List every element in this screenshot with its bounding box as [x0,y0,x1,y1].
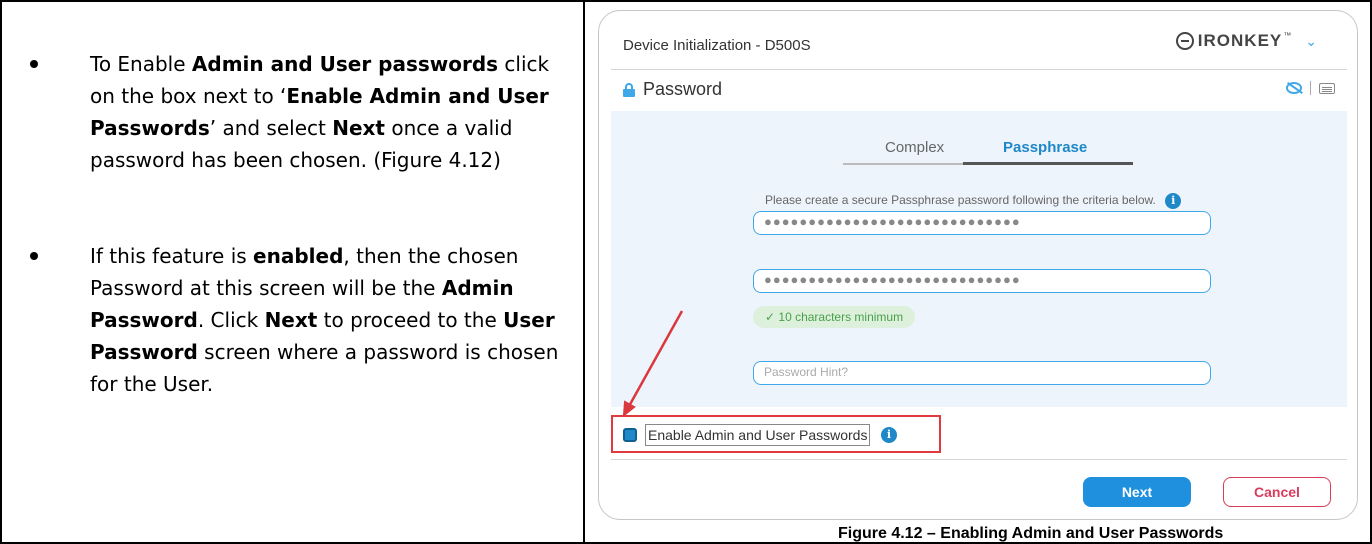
arrow-head [622,400,636,418]
figure-caption: Figure 4.12 – Enabling Admin and User Pa… [838,525,1224,542]
arrow-shaft [626,310,684,409]
annotation-arrow [622,310,684,418]
